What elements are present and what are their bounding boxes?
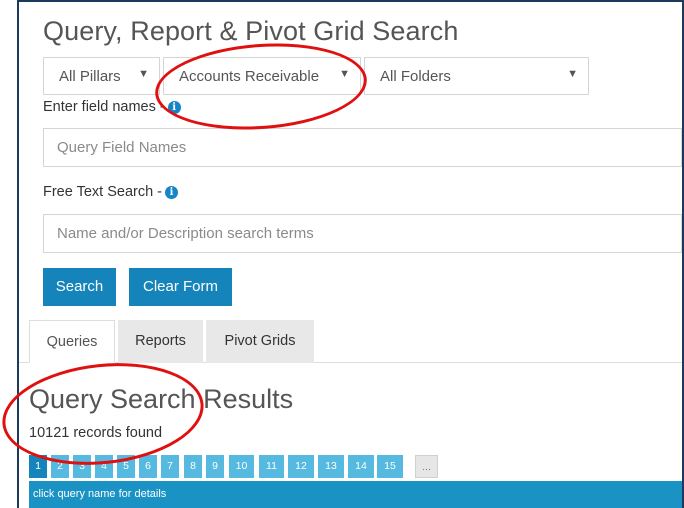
page-button[interactable]: 15	[377, 455, 403, 478]
info-icon[interactable]: i	[165, 186, 179, 199]
free-text-input[interactable]: Name and/or Description search terms	[43, 214, 682, 253]
page-button[interactable]: 6	[139, 455, 157, 478]
page-button[interactable]: 13	[318, 455, 344, 478]
free-text-label-text: Free Text Search -	[43, 184, 163, 200]
page-button[interactable]: 10	[229, 455, 254, 478]
results-header-bar: click query name for details	[29, 481, 682, 508]
page-button[interactable]: 2	[51, 455, 69, 478]
module-select-value: Accounts Receivable	[179, 68, 320, 85]
records-count: 10121 records found	[29, 425, 163, 441]
tab-queries[interactable]: Queries	[29, 320, 115, 363]
clear-form-button[interactable]: Clear Form	[129, 268, 232, 306]
chevron-down-icon: ▼	[567, 68, 578, 80]
page-button[interactable]: 11	[259, 455, 284, 478]
page-title: Query, Report & Pivot Grid Search	[43, 16, 459, 46]
free-text-label: Free Text Search -i	[43, 184, 179, 200]
pillar-select-value: All Pillars	[59, 68, 121, 85]
chevron-down-icon: ▼	[339, 68, 350, 80]
window-frame-left	[17, 0, 19, 508]
folder-select-value: All Folders	[380, 68, 451, 85]
page-button[interactable]: 12	[288, 455, 314, 478]
field-names-input[interactable]: Query Field Names	[43, 128, 682, 167]
tab-pivot-grids[interactable]: Pivot Grids	[206, 320, 314, 363]
page-button[interactable]: 8	[184, 455, 202, 478]
page-button[interactable]: 1	[29, 455, 47, 478]
page-button[interactable]: 5	[117, 455, 135, 478]
field-names-placeholder: Query Field Names	[57, 139, 187, 156]
more-pages-button[interactable]: ...	[415, 455, 438, 478]
info-icon[interactable]: i	[167, 101, 181, 114]
field-names-label: Enter field names -i	[43, 99, 181, 115]
tab-reports[interactable]: Reports	[118, 320, 203, 363]
page-button[interactable]: 3	[73, 455, 91, 478]
chevron-down-icon: ▼	[138, 68, 149, 80]
module-select[interactable]: Accounts Receivable ▼	[163, 57, 361, 95]
page-button[interactable]: 4	[95, 455, 113, 478]
pillar-select[interactable]: All Pillars ▼	[43, 57, 160, 95]
results-title: Query Search Results	[29, 384, 294, 414]
page-button[interactable]: 9	[206, 455, 224, 478]
page-button[interactable]: 14	[348, 455, 374, 478]
window-frame-top	[17, 0, 684, 2]
page-button[interactable]: 7	[161, 455, 179, 478]
free-text-placeholder: Name and/or Description search terms	[57, 225, 314, 242]
field-names-label-text: Enter field names -	[43, 99, 165, 115]
folder-select[interactable]: All Folders ▼	[364, 57, 589, 95]
search-button[interactable]: Search	[43, 268, 116, 306]
